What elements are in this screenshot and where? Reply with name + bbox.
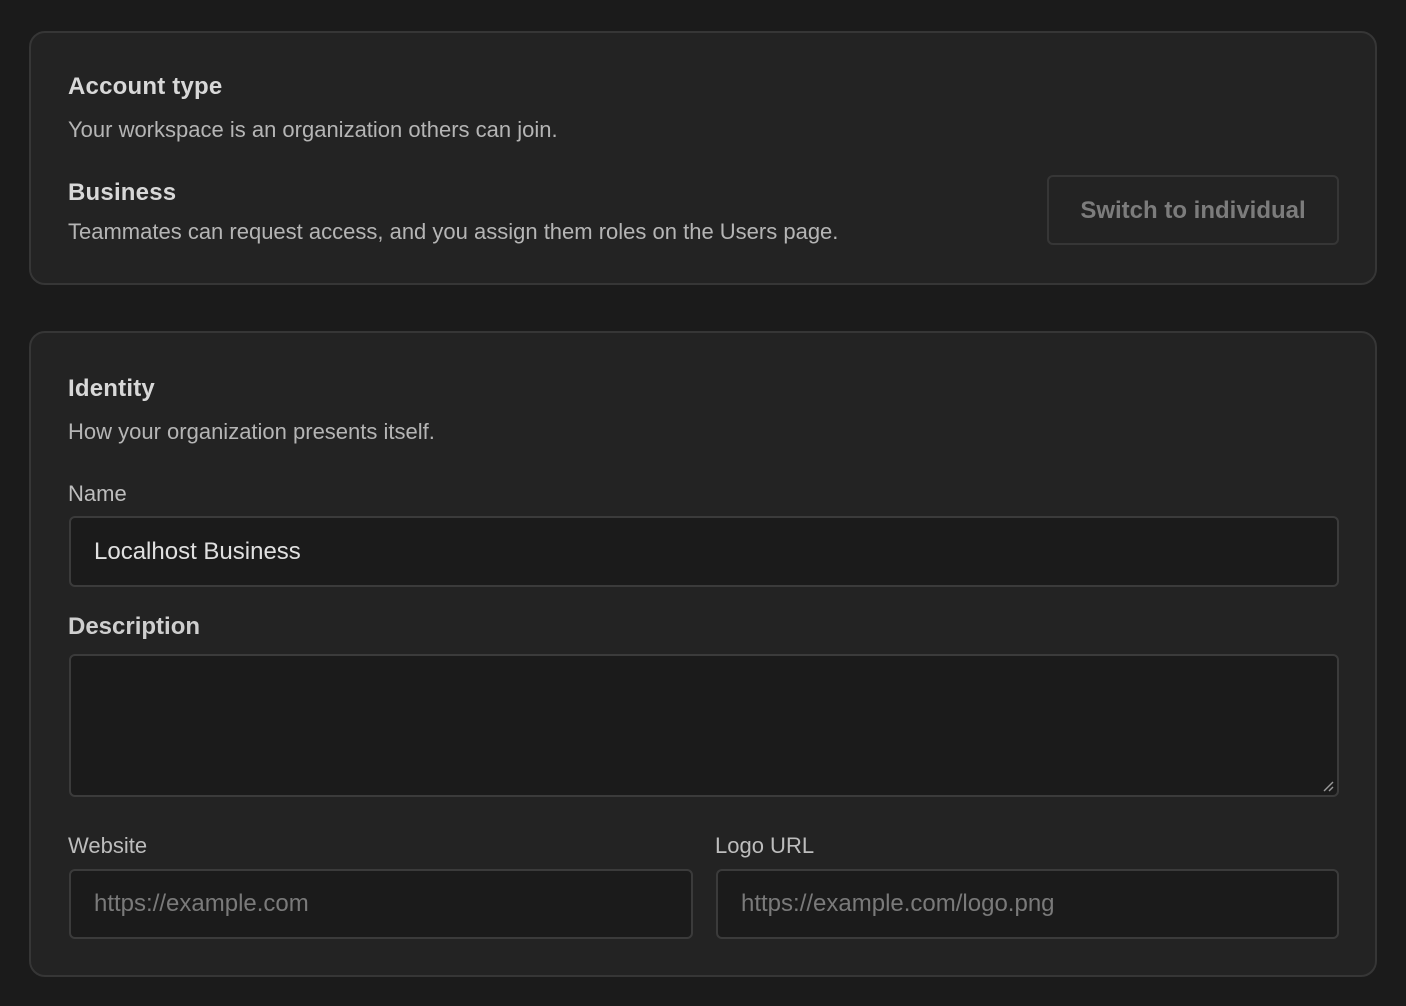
logo-url-input[interactable] [716, 869, 1339, 939]
plan-description: Teammates can request access, and you as… [68, 219, 839, 244]
website-label: Website [68, 833, 148, 858]
account-type-title: Account type [68, 73, 223, 100]
switch-to-individual-button[interactable]: Switch to individual [1047, 175, 1339, 245]
identity-description: How your organization presents itself. [68, 419, 435, 444]
identity-title: Identity [68, 375, 155, 402]
logo-url-label: Logo URL [715, 833, 815, 858]
identity-card: Identity How your organization presents … [29, 331, 1377, 977]
account-type-description: Your workspace is an organization others… [68, 117, 558, 142]
description-textarea[interactable] [69, 654, 1339, 797]
name-label: Name [68, 481, 127, 506]
plan-name: Business [68, 179, 177, 206]
resize-handle-icon[interactable] [1322, 780, 1334, 792]
account-type-card: Account type Your workspace is an organi… [29, 31, 1377, 285]
description-label: Description [68, 613, 201, 640]
website-input[interactable] [69, 869, 693, 939]
name-input[interactable] [69, 516, 1339, 587]
